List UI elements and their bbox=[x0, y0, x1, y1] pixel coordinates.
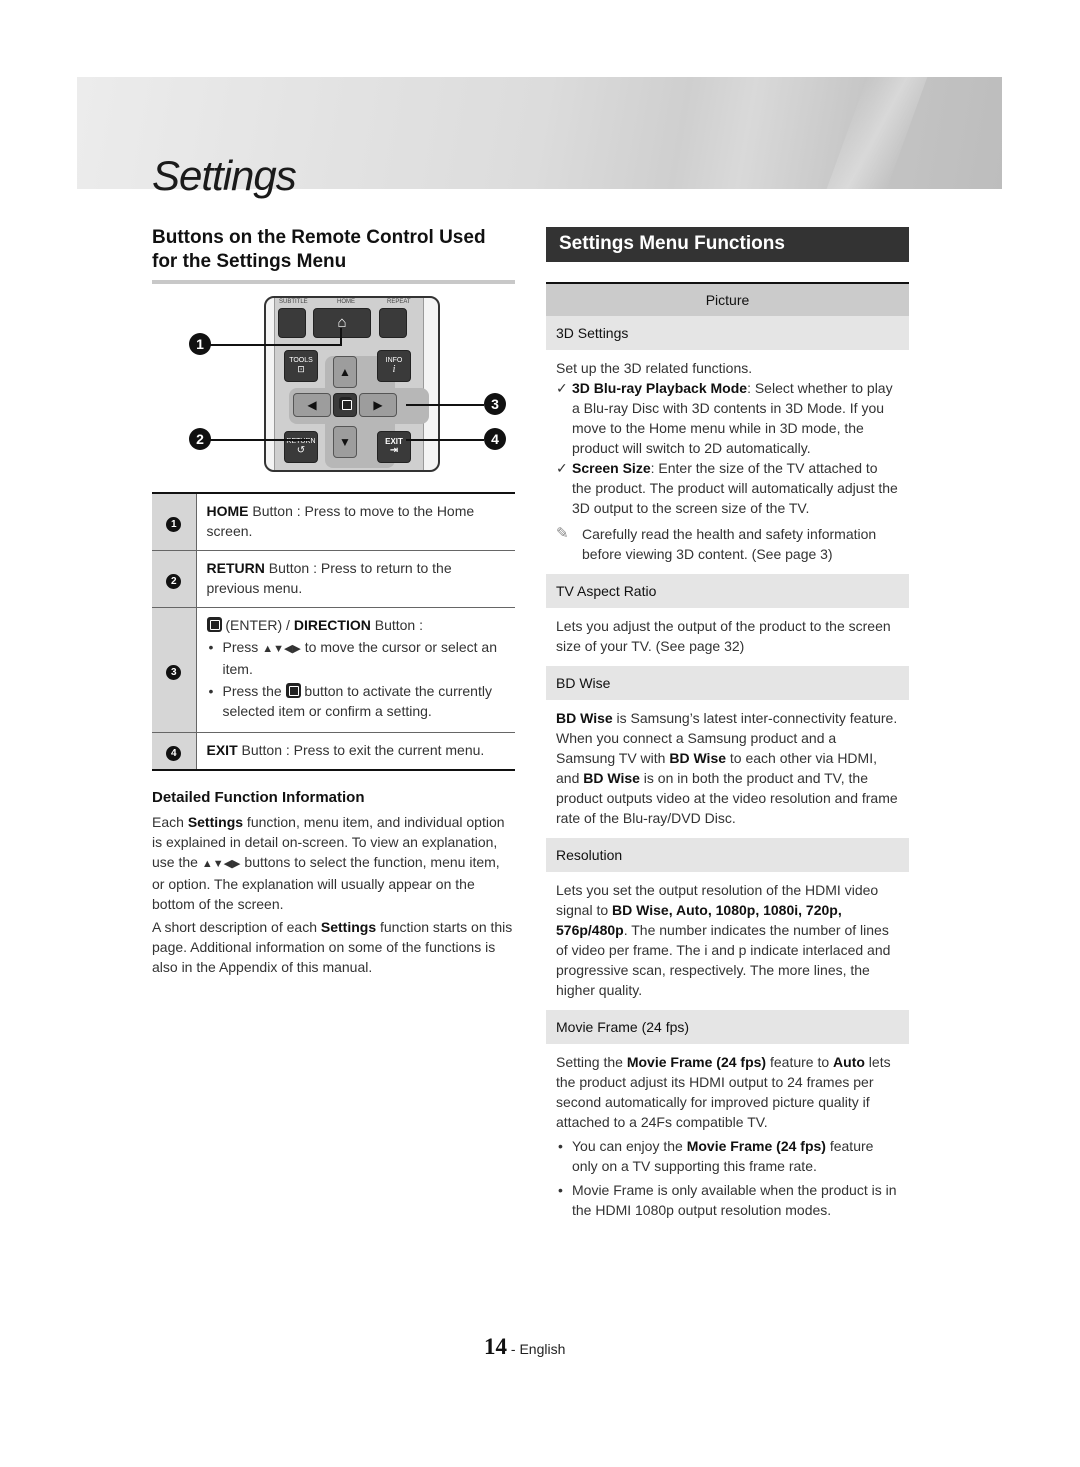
enter-button bbox=[333, 393, 357, 417]
callout-4: 4 bbox=[484, 428, 506, 450]
detailed-function-heading: Detailed Function Information bbox=[152, 789, 365, 806]
info-button: INFO i bbox=[377, 350, 411, 382]
menu-item-3d-settings: 3D Settings bbox=[546, 316, 909, 350]
list-item: ✓ 3D Blu-ray Playback Mode: Select whethe… bbox=[556, 380, 893, 456]
left-column: Buttons on the Remote Control Used for t… bbox=[152, 226, 515, 980]
page-footer: 14 - English bbox=[484, 1334, 565, 1360]
right-arrow-icon: ▶ bbox=[373, 398, 383, 412]
enter-icon bbox=[285, 683, 301, 698]
exit-icon: ⇥ bbox=[389, 445, 399, 456]
detail-paragraph-1: Each Settings function, menu item, and i… bbox=[152, 814, 505, 912]
checkmark-icon: ✓ bbox=[556, 380, 568, 396]
page-title: Settings bbox=[152, 152, 297, 199]
enter-icon bbox=[338, 397, 352, 410]
return-button: RETURN ↺ bbox=[284, 431, 318, 463]
menu-item-resolution: Resolution bbox=[546, 838, 909, 872]
table-row: 3 (ENTER) / DIRECTION Button : Press ▲▼◀… bbox=[152, 607, 515, 733]
left-arrow-button: ◀ bbox=[293, 393, 331, 417]
repeat-button bbox=[379, 308, 407, 338]
remote-control-image: SUBTITLE HOME REPEAT ⌂ TOOLS ⊡ ▲ INFO i … bbox=[264, 296, 440, 472]
list-item: Press ▲▼◀▶ to move the cursor or select … bbox=[207, 637, 508, 679]
exit-button: EXIT ⇥ bbox=[377, 431, 411, 463]
remote-buttons-heading: Buttons on the Remote Control Used for t… bbox=[152, 226, 515, 284]
page-number: 14 bbox=[484, 1334, 507, 1359]
enter-icon bbox=[206, 617, 222, 632]
menu-item-bd-wise: BD Wise bbox=[546, 666, 909, 700]
direction-arrows-icon: ▲▼◀▶ bbox=[262, 643, 301, 655]
info-icon: i bbox=[392, 364, 396, 375]
menu-item-movie-frame: Movie Frame (24 fps) bbox=[546, 1010, 909, 1044]
3d-settings-description: Set up the 3D related functions. ✓ 3D Blu… bbox=[556, 360, 898, 562]
home-button: ⌂ bbox=[313, 308, 371, 338]
bd-wise-description: BD Wise is Samsung’s latest inter-connec… bbox=[556, 710, 898, 826]
detail-paragraph-2: A short description of each Settings fun… bbox=[152, 919, 513, 975]
repeat-label: REPEAT bbox=[387, 299, 411, 305]
resolution-description: Lets you set the output resolution of th… bbox=[556, 882, 891, 998]
row-number: 2 bbox=[166, 574, 182, 589]
tools-button: TOOLS ⊡ bbox=[284, 350, 318, 382]
tools-icon: ⊡ bbox=[297, 364, 305, 374]
table-row: 4 EXIT Button : Press to exit the curren… bbox=[152, 732, 515, 770]
checkmark-icon: ✓ bbox=[556, 460, 568, 476]
right-arrow-button: ▶ bbox=[359, 393, 397, 417]
row-number: 3 bbox=[166, 665, 182, 680]
row-number: 1 bbox=[166, 517, 182, 532]
down-arrow-button: ▼ bbox=[333, 426, 357, 458]
left-arrow-icon: ◀ bbox=[307, 398, 317, 412]
remote-diagram: SUBTITLE HOME REPEAT ⌂ TOOLS ⊡ ▲ INFO i … bbox=[152, 292, 515, 482]
movie-frame-description: Setting the Movie Frame (24 fps) feature… bbox=[546, 1044, 909, 1234]
up-arrow-icon: ▲ bbox=[339, 365, 351, 379]
home-label: HOME bbox=[337, 299, 355, 305]
list-item: You can enjoy the Movie Frame (24 fps) f… bbox=[556, 1136, 899, 1176]
subtitle-label: SUBTITLE bbox=[279, 299, 308, 305]
home-icon: ⌂ bbox=[337, 314, 347, 331]
callout-3: 3 bbox=[484, 393, 506, 415]
button-description-table: 1 HOME Button : Press to move to the Hom… bbox=[152, 492, 515, 771]
direction-arrows-icon: ▲▼◀▶ bbox=[201, 858, 241, 870]
note: ✎ Carefully read the health and safety in… bbox=[556, 525, 877, 562]
list-item: Movie Frame is only available when the p… bbox=[556, 1180, 899, 1220]
table-row: 1 HOME Button : Press to move to the Hom… bbox=[152, 493, 515, 551]
up-arrow-button: ▲ bbox=[333, 356, 357, 388]
list-item: ✓ Screen Size: Enter the size of the TV a… bbox=[556, 460, 898, 516]
category-header-picture: Picture bbox=[546, 282, 909, 316]
list-item: Press the button to activate the current… bbox=[207, 681, 508, 721]
page-language: - English bbox=[507, 1341, 566, 1357]
callout-2: 2 bbox=[189, 428, 211, 450]
right-column: Settings Menu Functions Picture 3D Setti… bbox=[546, 227, 909, 1234]
row-number: 4 bbox=[166, 746, 182, 761]
return-icon: ↺ bbox=[296, 445, 306, 456]
tv-aspect-ratio-description: Lets you adjust the output of the produc… bbox=[556, 618, 891, 654]
pencil-note-icon: ✎ bbox=[556, 525, 569, 542]
subtitle-button bbox=[278, 308, 306, 338]
down-arrow-icon: ▼ bbox=[339, 435, 351, 449]
settings-menu-functions-heading: Settings Menu Functions bbox=[546, 227, 909, 262]
table-row: 2 RETURN Button : Press to return to the… bbox=[152, 550, 515, 608]
menu-item-tv-aspect-ratio: TV Aspect Ratio bbox=[546, 574, 909, 608]
callout-1: 1 bbox=[189, 333, 211, 355]
